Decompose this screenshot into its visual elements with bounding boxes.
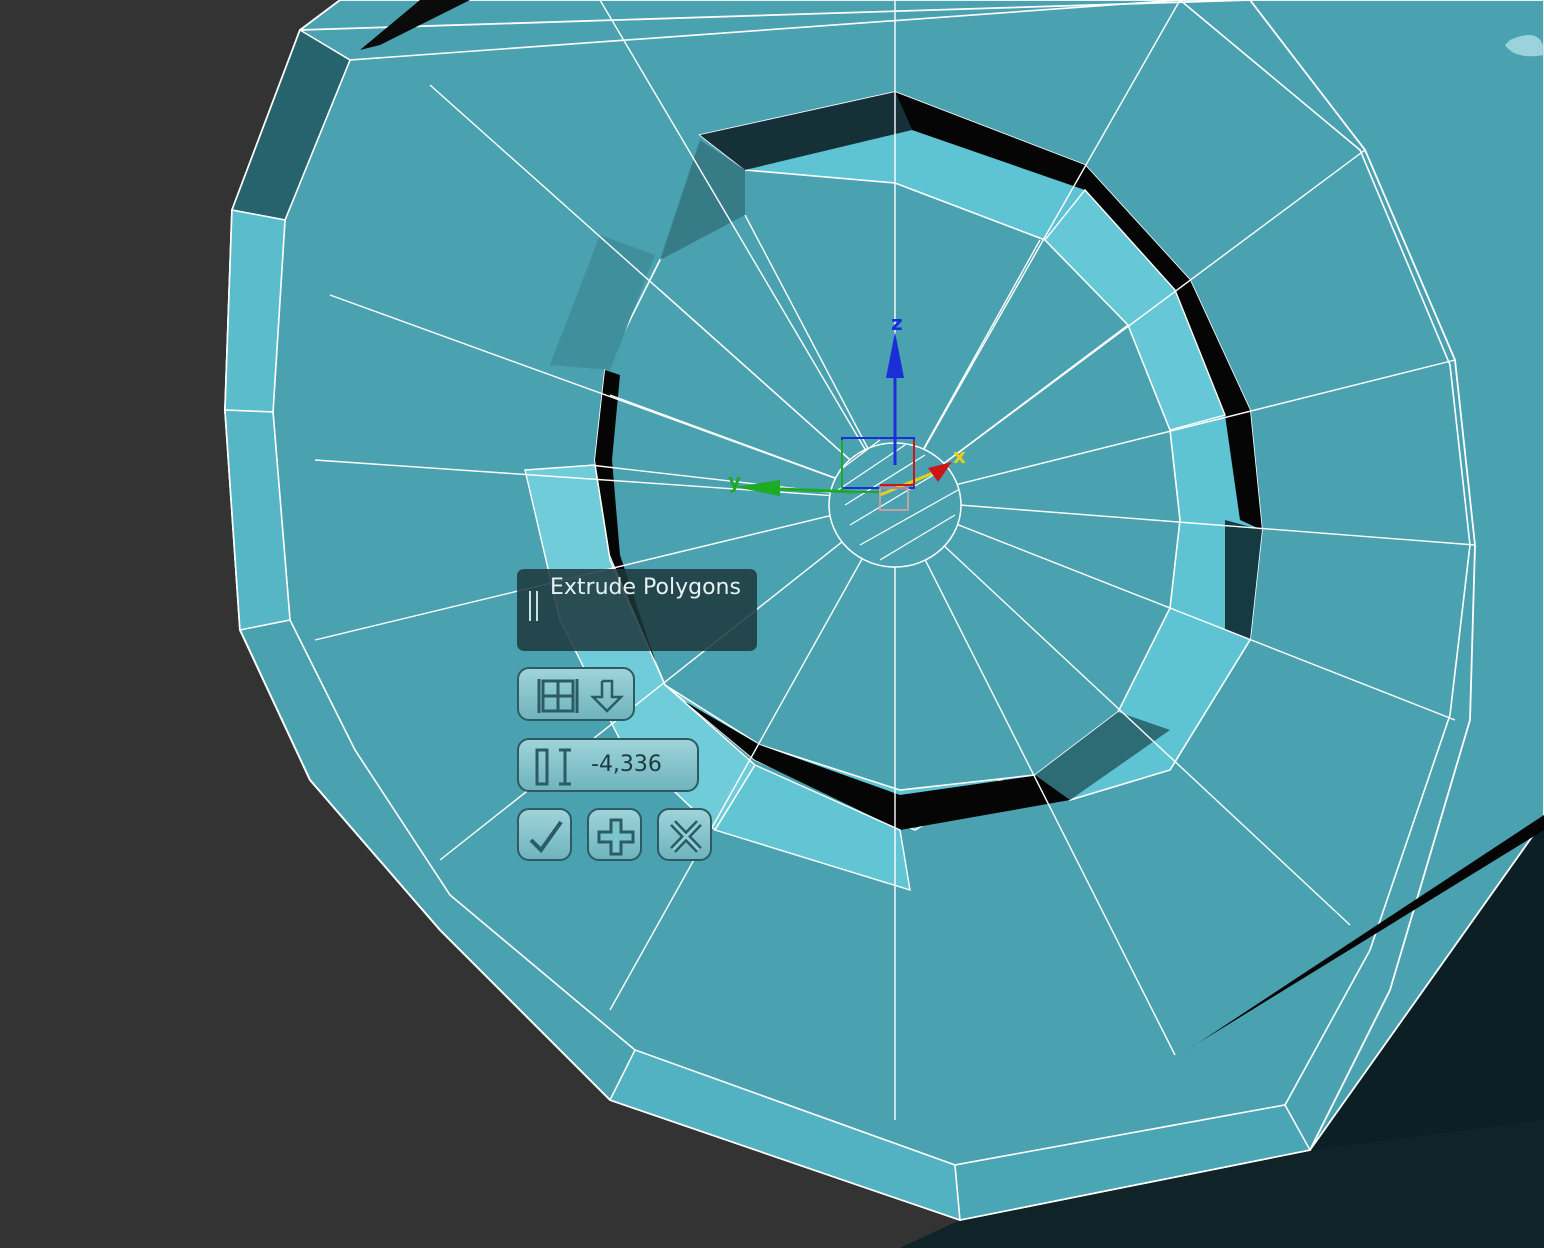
height-icon: [535, 748, 571, 786]
height-value[interactable]: -4,336: [591, 752, 662, 777]
extrude-caddy-title[interactable]: Extrude Polygons: [517, 569, 757, 651]
cancel-button[interactable]: [657, 808, 712, 861]
caddy-title-text: Extrude Polygons: [550, 575, 741, 600]
arrow-down-icon: [589, 679, 625, 713]
3d-viewport[interactable]: z y x: [0, 0, 1544, 1248]
gizmo-y-label: y: [728, 469, 741, 493]
close-icon: [670, 820, 702, 853]
extrude-group-icon: [537, 679, 579, 713]
gizmo-x-label: x: [953, 444, 966, 468]
extrude-mode-dropdown[interactable]: [517, 667, 635, 721]
plus-icon: [597, 818, 635, 856]
gizmo-z-label: z: [891, 311, 903, 335]
ok-button[interactable]: [517, 808, 572, 861]
height-spinner[interactable]: -4,336: [517, 738, 699, 792]
apply-and-continue-button[interactable]: [587, 808, 642, 861]
check-icon: [529, 820, 563, 854]
drag-grip-icon[interactable]: [529, 591, 538, 621]
